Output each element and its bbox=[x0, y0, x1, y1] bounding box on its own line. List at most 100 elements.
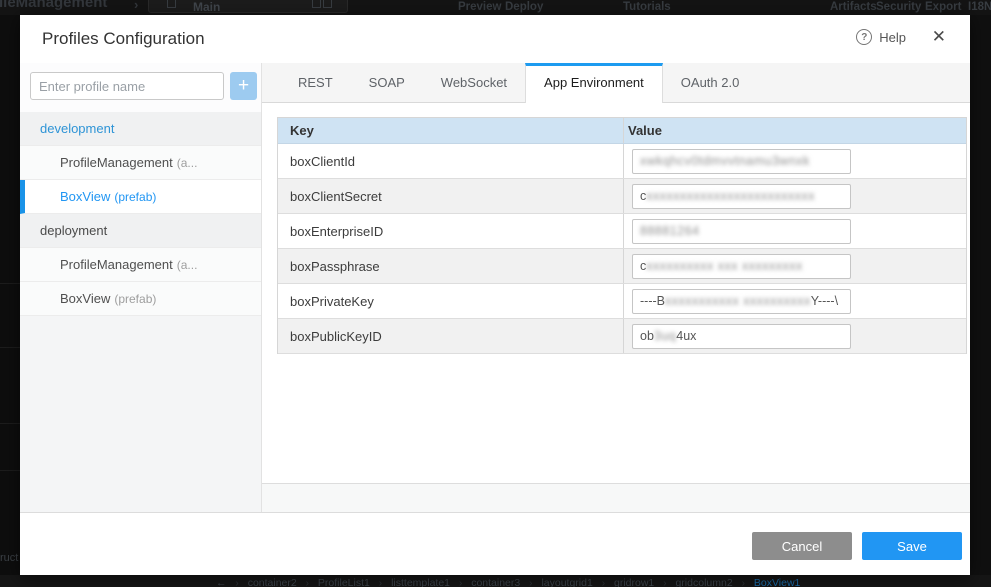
cancel-button[interactable]: Cancel bbox=[752, 532, 852, 560]
app-environment-table: Key Value boxClientId xwkqhcv0tdmvvtnamu… bbox=[277, 117, 967, 354]
help-button[interactable]: ? Help bbox=[856, 29, 906, 45]
menu-security[interactable]: Security bbox=[876, 1, 921, 13]
tree-group-deployment[interactable]: deployment bbox=[20, 214, 261, 248]
breadcrumb-item[interactable]: gridrow1 bbox=[614, 577, 654, 587]
dialog-footer: Cancel Save bbox=[20, 512, 970, 575]
tree-item-label: ProfileManagement bbox=[60, 257, 173, 272]
tab-websocket[interactable]: WebSocket bbox=[423, 63, 525, 103]
chevron-right-icon: › bbox=[235, 578, 238, 587]
help-question-icon: ? bbox=[856, 29, 872, 45]
key-cell: boxClientSecret bbox=[278, 179, 624, 213]
tree-item-suffix: (prefab) bbox=[114, 292, 156, 306]
tab-app-environment[interactable]: App Environment bbox=[525, 63, 663, 103]
breadcrumb-item[interactable]: gridcolumn2 bbox=[675, 577, 732, 587]
breadcrumb-item[interactable]: layoutgrid1 bbox=[541, 577, 592, 587]
table-row: boxPassphrase cxxxxxxxxxx xxx xxxxxxxxx bbox=[278, 249, 966, 284]
breadcrumb-item[interactable]: container2 bbox=[248, 577, 297, 587]
chevron-right-icon: › bbox=[663, 578, 666, 587]
table-header-row: Key Value bbox=[278, 118, 966, 144]
chevron-right-icon: › bbox=[459, 578, 462, 587]
value-input[interactable]: ob3uq4ux bbox=[632, 324, 851, 349]
menu-export[interactable]: Export bbox=[925, 1, 961, 13]
key-cell: boxPublicKeyID bbox=[278, 319, 624, 353]
profile-name-input[interactable] bbox=[30, 72, 224, 100]
value-input[interactable]: cxxxxxxxxxxxxxxxxxxxxxxxxx bbox=[632, 184, 851, 209]
chevron-right-icon: › bbox=[379, 578, 382, 587]
value-input[interactable]: cxxxxxxxxxx xxx xxxxxxxxx bbox=[632, 254, 851, 279]
menu-i18n[interactable]: I18N bbox=[968, 1, 991, 13]
canvas-tab-label: Main bbox=[193, 0, 220, 14]
key-cell: boxEnterpriseID bbox=[278, 214, 624, 248]
column-header-key: Key bbox=[278, 118, 624, 143]
back-arrow-icon[interactable]: ← bbox=[216, 577, 227, 587]
tree-item-label: BoxView bbox=[60, 189, 110, 204]
table-row: boxPublicKeyID ob3uq4ux bbox=[278, 319, 966, 354]
chevron-right-icon: › bbox=[306, 578, 309, 587]
breadcrumb-item[interactable]: ProfileList1 bbox=[318, 577, 370, 587]
value-text-redacted: xwkqhcv0tdmvvtnamu3wnxk bbox=[640, 154, 810, 168]
chevron-right-icon: › bbox=[529, 578, 532, 587]
table-row: boxClientSecret cxxxxxxxxxxxxxxxxxxxxxxx… bbox=[278, 179, 966, 214]
key-cell: boxClientId bbox=[278, 144, 624, 178]
layout-icon bbox=[323, 0, 332, 8]
tree-item-suffix: (a... bbox=[177, 156, 198, 170]
profiles-tree: development ProfileManagement (a... BoxVi… bbox=[20, 112, 261, 316]
canvas-tab[interactable]: Main bbox=[148, 0, 348, 13]
add-profile-button[interactable]: + bbox=[230, 72, 257, 100]
tab-soap[interactable]: SOAP bbox=[351, 63, 423, 103]
chevron-right-icon: › bbox=[742, 578, 745, 587]
background-breadcrumb-bar: ← › container2 › ProfileList1 › listtemp… bbox=[0, 575, 991, 587]
table-row: boxEnterpriseID 88881264 bbox=[278, 214, 966, 249]
value-text: 4ux bbox=[676, 329, 696, 343]
breadcrumb: ← › container2 › ProfileList1 › listtemp… bbox=[216, 577, 806, 587]
menu-preview[interactable]: Preview bbox=[458, 1, 501, 13]
background-page-title-fragment: fileManagement bbox=[0, 0, 107, 11]
breadcrumb-item[interactable]: listtemplate1 bbox=[391, 577, 450, 587]
tab-oauth[interactable]: OAuth 2.0 bbox=[663, 63, 758, 103]
layout-icon bbox=[312, 0, 321, 8]
tree-item-boxview-dev[interactable]: BoxView (prefab) bbox=[20, 180, 261, 214]
table-row: boxPrivateKey ----Bxxxxxxxxxxx xxxxxxxxx… bbox=[278, 284, 966, 319]
service-tabs: REST SOAP WebSocket App Environment OAut… bbox=[262, 63, 970, 103]
dialog-title: Profiles Configuration bbox=[42, 29, 205, 49]
breadcrumb-item-active[interactable]: BoxView1 bbox=[754, 577, 801, 587]
value-input[interactable]: xwkqhcv0tdmvvtnamu3wnxk bbox=[632, 149, 851, 174]
value-input[interactable]: ----Bxxxxxxxxxxx xxxxxxxxxxY----\ bbox=[632, 289, 851, 314]
menu-tutorials[interactable]: Tutorials bbox=[623, 1, 671, 13]
chevron-right-icon: › bbox=[602, 578, 605, 587]
tree-item-profilemanagement-dev[interactable]: ProfileManagement(a... bbox=[20, 146, 261, 180]
key-cell: boxPassphrase bbox=[278, 249, 624, 283]
table-row: boxClientId xwkqhcv0tdmvvtnamu3wnxk bbox=[278, 144, 966, 179]
value-text-redacted: 88881264 bbox=[640, 224, 700, 238]
close-icon[interactable]: ✕ bbox=[932, 27, 946, 47]
background-text-fragment: ruct bbox=[0, 552, 18, 564]
profiles-configuration-dialog: Profiles Configuration ? Help ✕ + develo… bbox=[20, 15, 970, 575]
tree-item-profilemanagement-dep[interactable]: ProfileManagement (a... bbox=[20, 248, 261, 282]
value-text-redacted: 3uq bbox=[654, 329, 676, 343]
tree-item-suffix: (prefab) bbox=[114, 190, 156, 204]
save-button[interactable]: Save bbox=[862, 532, 962, 560]
profile-detail-panel: REST SOAP WebSocket App Environment OAut… bbox=[262, 63, 970, 512]
value-text-redacted: xxxxxxxxxxxxxxxxxxxxxxxxx bbox=[646, 189, 815, 203]
tree-group-development[interactable]: development bbox=[20, 112, 261, 146]
menu-deploy[interactable]: Deploy bbox=[505, 1, 543, 13]
page-icon bbox=[167, 0, 176, 8]
column-header-value: Value bbox=[624, 118, 966, 143]
value-text-redacted: xxxxxxxxxxx xxxxxxxxxx bbox=[665, 294, 811, 308]
tree-item-label: BoxView bbox=[60, 291, 110, 306]
menu-artifacts[interactable]: Artifacts bbox=[830, 1, 877, 13]
value-text: ----B bbox=[640, 294, 665, 308]
breadcrumb-item[interactable]: container3 bbox=[471, 577, 520, 587]
tree-item-boxview-dep[interactable]: BoxView (prefab) bbox=[20, 282, 261, 316]
tab-rest[interactable]: REST bbox=[280, 63, 351, 103]
tree-item-suffix: (a... bbox=[177, 258, 198, 272]
background-top-bar: fileManagement › Main Preview Deploy Tut… bbox=[0, 0, 991, 15]
value-text: Y----\ bbox=[811, 294, 838, 308]
profile-search-strip: + bbox=[20, 63, 261, 112]
value-input[interactable]: 88881264 bbox=[632, 219, 851, 244]
profiles-sidebar: + development ProfileManagement (a... Box… bbox=[20, 63, 262, 512]
key-cell: boxPrivateKey bbox=[278, 284, 624, 318]
value-text: ob bbox=[640, 329, 654, 343]
background-left-panel: ruct bbox=[0, 15, 20, 587]
chevron-right-icon: › bbox=[134, 0, 138, 12]
